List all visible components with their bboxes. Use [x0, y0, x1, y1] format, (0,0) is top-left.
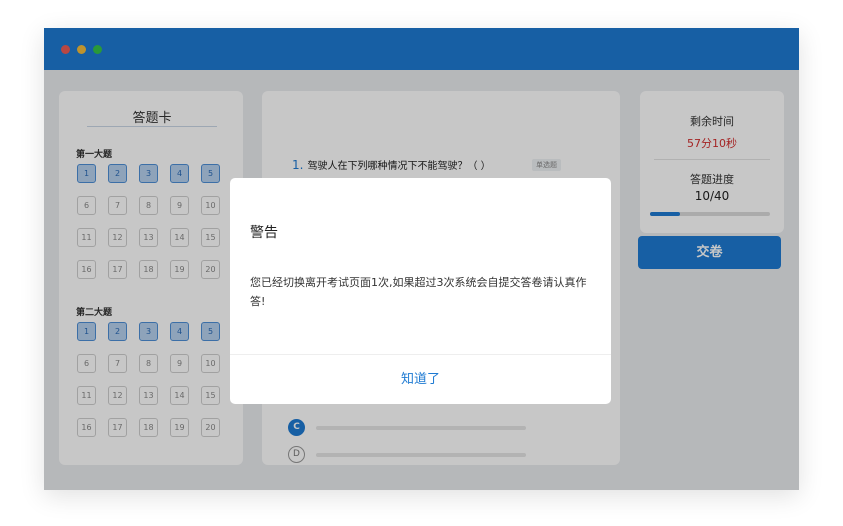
dialog-message: 您已经切换离开考试页面1次,如果超过3次系统会自提交答卷请认真作答!: [250, 276, 587, 308]
warning-dialog: 警告 您已经切换离开考试页面1次,如果超过3次系统会自提交答卷请认真作答! 知道…: [230, 178, 611, 404]
dialog-title: 警告: [250, 225, 278, 241]
acknowledge-button[interactable]: 知道了: [230, 355, 611, 404]
